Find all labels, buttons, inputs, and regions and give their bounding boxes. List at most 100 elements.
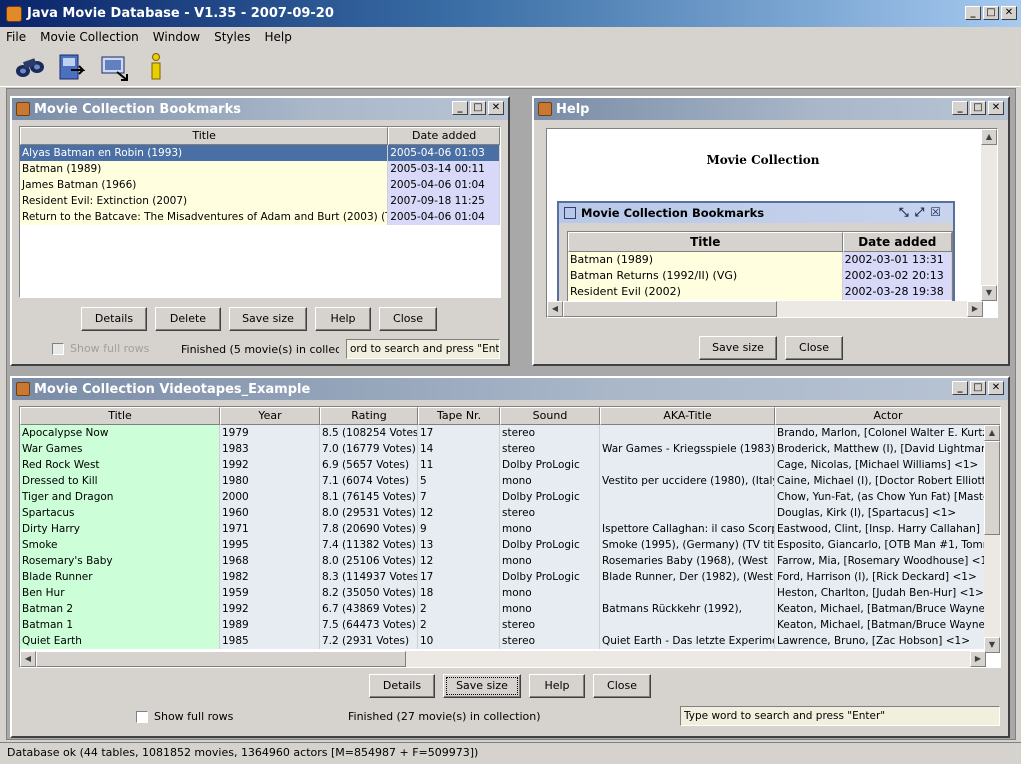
help-button[interactable]: Help (315, 307, 371, 331)
minimize-icon[interactable]: _ (965, 6, 981, 20)
cell-tape-nr: 17 (418, 569, 500, 585)
table-row[interactable]: Dressed to Kill 1980 7.1 (6074 Votes) 5 mono… (20, 473, 1000, 489)
column-header-title[interactable]: Title (20, 407, 220, 425)
app-titlebar[interactable]: Java Movie Database - V1.35 - 2007-09-20… (0, 0, 1021, 27)
bookmarks-search-field[interactable]: ord to search and press "Enter" (346, 339, 500, 359)
help-button[interactable]: Help (529, 674, 585, 698)
maximize-icon[interactable]: □ (983, 6, 999, 20)
scroll-left-icon[interactable]: ◀ (547, 301, 563, 317)
import-icon[interactable] (98, 51, 130, 83)
checkbox-box[interactable] (52, 343, 64, 355)
table-row[interactable]: War Games 1983 7.0 (16779 Votes) 14 stereo Wa… (20, 441, 1000, 457)
cell-sound: stereo (500, 441, 600, 457)
show-full-rows-checkbox[interactable]: Show full rows (52, 342, 149, 355)
table-row[interactable]: Batman (1989) 2005-03-14 00:11 (20, 161, 500, 177)
column-header-year[interactable]: Year (220, 407, 320, 425)
save-size-button[interactable]: Save size (443, 674, 521, 698)
cell-aka-title: Ispettore Callaghan: il caso Scorpio (600, 521, 775, 537)
help-save-size-button[interactable]: Save size (699, 336, 777, 360)
minimize-icon[interactable]: _ (952, 381, 968, 395)
table-row[interactable]: Red Rock West 1992 6.9 (5657 Votes) 11 Dolby… (20, 457, 1000, 473)
menu-file[interactable]: File (6, 30, 26, 44)
videotapes-titlebar[interactable]: Movie Collection Videotapes_Example _ □ … (12, 378, 1008, 400)
export-icon[interactable] (56, 51, 88, 83)
table-row[interactable]: Tiger and Dragon 2000 8.1 (76145 Votes) 7 Do… (20, 489, 1000, 505)
details-button[interactable]: Details (369, 674, 435, 698)
scroll-down-icon[interactable]: ▼ (981, 285, 997, 301)
column-header-date[interactable]: Date added (388, 127, 500, 145)
help-horizontal-scrollbar[interactable]: ◀ ▶ (547, 301, 983, 317)
help-window-controls: _ □ ✕ (952, 101, 1004, 115)
checkbox-box[interactable] (136, 711, 148, 723)
table-row[interactable]: Smoke 1995 7.4 (11382 Votes) 13 Dolby ProLog… (20, 537, 1000, 553)
scroll-thumb[interactable] (563, 301, 777, 317)
maximize-icon[interactable]: □ (470, 101, 486, 115)
cell-tape-nr: 9 (418, 521, 500, 537)
close-icon[interactable]: ✕ (988, 381, 1004, 395)
cell-sound: Dolby ProLogic (500, 489, 600, 505)
close-button[interactable]: Close (593, 674, 651, 698)
videotapes-search-field[interactable]: Type word to search and press "Enter" (680, 706, 1000, 726)
cell-title: Spartacus (20, 505, 220, 521)
table-row[interactable]: Quiet Earth 1985 7.2 (2931 Votes) 10 stereo Q… (20, 633, 1000, 649)
column-header-title[interactable]: Title (20, 127, 389, 145)
delete-button[interactable]: Delete (155, 307, 221, 331)
minimize-icon[interactable]: _ (952, 101, 968, 115)
column-header-sound[interactable]: Sound (500, 407, 600, 425)
table-row[interactable]: Dirty Harry 1971 7.8 (20690 Votes) 9 mono Isp… (20, 521, 1000, 537)
scroll-thumb[interactable] (36, 651, 406, 667)
scroll-left-icon[interactable]: ◀ (20, 651, 36, 667)
maximize-icon[interactable]: □ (970, 381, 986, 395)
column-header-actor[interactable]: Actor (775, 407, 1000, 425)
cell-aka-title (600, 617, 775, 633)
cell-title: Batman (1989) (20, 161, 389, 177)
table-row[interactable]: Resident Evil: Extinction (2007) 2007-09… (20, 193, 500, 209)
menu-help[interactable]: Help (265, 30, 292, 44)
column-header-rating[interactable]: Rating (320, 407, 418, 425)
scroll-up-icon[interactable]: ▲ (981, 129, 997, 145)
show-full-rows-checkbox[interactable]: Show full rows (136, 710, 233, 723)
column-header-title: Title (568, 232, 843, 252)
help-close-button[interactable]: Close (785, 336, 843, 360)
table-row[interactable]: Spartacus 1960 8.0 (29531 Votes) 12 stereo Do… (20, 505, 1000, 521)
table-row[interactable]: Return to the Batcave: The Misadventures… (20, 209, 500, 225)
scroll-right-icon[interactable]: ▶ (967, 301, 983, 317)
help-vertical-scrollbar[interactable]: ▲ ▼ (981, 129, 997, 301)
scroll-right-icon[interactable]: ▶ (970, 651, 986, 667)
table-row[interactable]: Apocalypse Now 1979 8.5 (108254 Votes) 17st… (20, 425, 1000, 441)
column-header-aka-title[interactable]: AKA-Title (600, 407, 775, 425)
table-row[interactable]: James Batman (1966) 2005-04-06 01:04 (20, 177, 500, 193)
menu-window[interactable]: Window (153, 30, 200, 44)
table-row[interactable]: Batman 1 1989 7.5 (64473 Votes) 2 stereo Keat… (20, 617, 1000, 633)
scroll-down-icon[interactable]: ▼ (984, 637, 1000, 653)
help-titlebar[interactable]: Help _ □ ✕ (534, 98, 1008, 120)
details-button[interactable]: Details (81, 307, 147, 331)
maximize-icon[interactable]: □ (970, 101, 986, 115)
cell-rating: 8.0 (29531 Votes) (320, 505, 418, 521)
table-row[interactable]: Alyas Batman en Robin (1993) 2005-04-06 … (20, 145, 500, 161)
save-size-button[interactable]: Save size (229, 307, 307, 331)
close-icon[interactable]: ✕ (988, 101, 1004, 115)
bookmarks-titlebar[interactable]: Movie Collection Bookmarks _ □ ✕ (12, 98, 508, 120)
videotapes-vertical-scrollbar[interactable]: ▲ ▼ (984, 425, 1000, 653)
close-icon[interactable]: ✕ (488, 101, 504, 115)
frame-controls-icon: ⤡⤢☒ (899, 205, 947, 219)
menu-movie-collection[interactable]: Movie Collection (40, 30, 139, 44)
table-row[interactable]: Ben Hur 1959 8.2 (35050 Votes) 18 mono Heston… (20, 585, 1000, 601)
info-icon[interactable] (140, 51, 172, 83)
table-row[interactable]: Blade Runner 1982 8.3 (114937 Votes) 17 Dolb… (20, 569, 1000, 585)
scroll-up-icon[interactable]: ▲ (984, 425, 1000, 441)
cell-year: 1985 (220, 633, 320, 649)
binoculars-icon[interactable] (14, 51, 46, 83)
close-icon[interactable]: ✕ (1001, 6, 1017, 20)
table-row[interactable]: Batman 2 1992 6.7 (43869 Votes) 2 mono Batman… (20, 601, 1000, 617)
close-button[interactable]: Close (379, 307, 437, 331)
column-header-tape-nr[interactable]: Tape Nr. (418, 407, 500, 425)
menu-styles[interactable]: Styles (214, 30, 250, 44)
cell-year: 1968 (220, 553, 320, 569)
cell-year: 1992 (220, 601, 320, 617)
scroll-thumb[interactable] (984, 441, 1000, 535)
minimize-icon[interactable]: _ (452, 101, 468, 115)
table-row[interactable]: Rosemary's Baby 1968 8.0 (25106 Votes) 12 mo… (20, 553, 1000, 569)
videotapes-horizontal-scrollbar[interactable]: ◀ ▶ (20, 651, 986, 667)
